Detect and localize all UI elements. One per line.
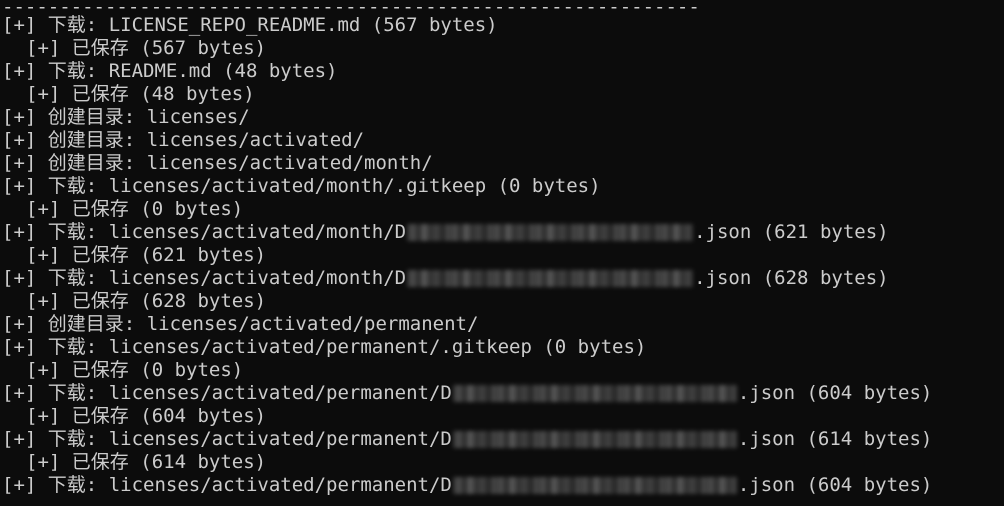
log-line-saved: [+] 已保存 (0 bytes) xyxy=(2,198,1004,221)
log-text: licenses/activated/permanent/ xyxy=(146,313,479,335)
log-line-download: [+] 下载: licenses/activated/month/.gitkee… xyxy=(2,175,1004,198)
saved-size: (628 bytes) xyxy=(140,290,267,312)
log-prefix: [+] xyxy=(2,428,37,450)
log-prefix: [+] xyxy=(26,451,61,473)
log-line-saved: [+] 已保存 (0 bytes) xyxy=(2,359,1004,382)
log-prefix: [+] xyxy=(26,290,61,312)
redacted-filename xyxy=(407,270,694,287)
redacted-filename xyxy=(452,431,737,448)
log-line-download: [+] 下载: licenses/activated/permanent/.gi… xyxy=(2,336,1004,359)
log-line-download-redacted: [+] 下载: licenses/activated/month/D .json … xyxy=(2,221,1004,244)
log-text: licenses/activated/permanent/.gitkeep (0… xyxy=(108,336,647,358)
log-label: 下载: xyxy=(47,474,98,496)
log-label: 下载: xyxy=(47,175,98,197)
log-prefix: [+] xyxy=(2,221,37,243)
saved-size: (48 bytes) xyxy=(140,83,255,105)
log-line-saved: [+] 已保存 (567 bytes) xyxy=(2,37,1004,60)
log-prefix: [+] xyxy=(26,359,61,381)
log-line-mkdir: [+] 创建目录: licenses/ xyxy=(2,106,1004,129)
log-label: 已保存 xyxy=(71,198,129,220)
log-prefix: [+] xyxy=(2,175,37,197)
log-prefix: [+] xyxy=(2,382,37,404)
log-label: 下载: xyxy=(47,60,98,82)
log-label: 下载: xyxy=(47,428,98,450)
log-line-download-redacted: [+] 下载: licenses/activated/month/D .json … xyxy=(2,267,1004,290)
separator-line: ----------------------------------------… xyxy=(2,0,700,14)
log-line-mkdir: [+] 创建目录: licenses/activated/ xyxy=(2,129,1004,152)
file-suffix: .json (621 bytes) xyxy=(694,221,889,243)
redacted-filename xyxy=(452,477,737,494)
redacted-filename xyxy=(407,224,694,241)
log-line-mkdir: [+] 创建目录: licenses/activated/month/ xyxy=(2,152,1004,175)
log-prefix: [+] xyxy=(26,37,61,59)
log-label: 已保存 xyxy=(71,37,129,59)
log-text: licenses/activated/ xyxy=(146,129,365,151)
log-text: README.md (48 bytes) xyxy=(108,60,338,82)
saved-size: (604 bytes) xyxy=(140,405,267,427)
log-prefix: [+] xyxy=(2,267,37,289)
log-label: 下载: xyxy=(47,267,98,289)
file-suffix: .json (614 bytes) xyxy=(737,428,933,450)
log-line-download-redacted: [+] 下载: licenses/activated/permanent/D .j… xyxy=(2,382,1004,405)
log-prefix: [+] xyxy=(2,152,37,174)
log-prefix: [+] xyxy=(2,129,37,151)
log-prefix: [+] xyxy=(26,83,61,105)
log-prefix: [+] xyxy=(2,14,37,36)
log-line-saved: [+] 已保存 (604 bytes) xyxy=(2,405,1004,428)
log-prefix: [+] xyxy=(2,106,37,128)
log-prefix: [+] xyxy=(26,244,61,266)
log-text: licenses/ xyxy=(146,106,250,128)
log-text: licenses/activated/month/ xyxy=(146,152,433,174)
log-prefix: [+] xyxy=(2,313,37,335)
redacted-filename xyxy=(452,385,737,402)
saved-size: (0 bytes) xyxy=(140,359,244,381)
log-line-download: [+] 下载: LICENSE_REPO_README.md (567 byte… xyxy=(2,14,1004,37)
log-line-saved: [+] 已保存 (48 bytes) xyxy=(2,83,1004,106)
log-line-download-redacted: [+] 下载: licenses/activated/permanent/D .j… xyxy=(2,428,1004,451)
terminal-output: [+] 下载: LICENSE_REPO_README.md (567 byte… xyxy=(2,14,1004,497)
log-prefix: [+] xyxy=(26,198,61,220)
log-label: 下载: xyxy=(47,221,98,243)
log-line-download: [+] 下载: README.md (48 bytes) xyxy=(2,60,1004,83)
log-text: LICENSE_REPO_README.md (567 bytes) xyxy=(108,14,498,36)
log-label: 创建目录: xyxy=(47,313,136,335)
terminal-window[interactable]: ----------------------------------------… xyxy=(0,0,1004,506)
log-label: 已保存 xyxy=(71,451,129,473)
log-label: 已保存 xyxy=(71,405,129,427)
saved-size: (621 bytes) xyxy=(140,244,267,266)
saved-size: (614 bytes) xyxy=(140,451,267,473)
log-label: 创建目录: xyxy=(47,129,136,151)
log-text: licenses/activated/month/.gitkeep (0 byt… xyxy=(108,175,601,197)
log-line-saved: [+] 已保存 (621 bytes) xyxy=(2,244,1004,267)
log-line-download-redacted: [+] 下载: licenses/activated/permanent/D .j… xyxy=(2,474,1004,497)
log-label: 下载: xyxy=(47,14,98,36)
log-prefix: [+] xyxy=(2,60,37,82)
log-label: 创建目录: xyxy=(47,106,136,128)
log-line-saved: [+] 已保存 (628 bytes) xyxy=(2,290,1004,313)
log-prefix: [+] xyxy=(26,405,61,427)
log-line-mkdir: [+] 创建目录: licenses/activated/permanent/ xyxy=(2,313,1004,336)
file-path: licenses/activated/permanent/D xyxy=(108,382,452,404)
log-label: 已保存 xyxy=(71,244,129,266)
file-suffix: .json (604 bytes) xyxy=(737,382,933,404)
log-prefix: [+] xyxy=(2,474,37,496)
saved-size: (0 bytes) xyxy=(140,198,244,220)
log-label: 已保存 xyxy=(71,290,129,312)
log-prefix: [+] xyxy=(2,336,37,358)
log-label: 已保存 xyxy=(71,359,129,381)
file-suffix: .json (604 bytes) xyxy=(737,474,933,496)
saved-size: (567 bytes) xyxy=(140,37,267,59)
file-path: licenses/activated/month/D xyxy=(108,221,407,243)
log-label: 已保存 xyxy=(71,83,129,105)
file-path: licenses/activated/permanent/D xyxy=(108,428,452,450)
log-label: 下载: xyxy=(47,336,98,358)
log-line-saved: [+] 已保存 (614 bytes) xyxy=(2,451,1004,474)
log-label: 下载: xyxy=(47,382,98,404)
file-path: licenses/activated/month/D xyxy=(108,267,407,289)
log-label: 创建目录: xyxy=(47,152,136,174)
file-suffix: .json (628 bytes) xyxy=(694,267,889,289)
file-path: licenses/activated/permanent/D xyxy=(108,474,452,496)
